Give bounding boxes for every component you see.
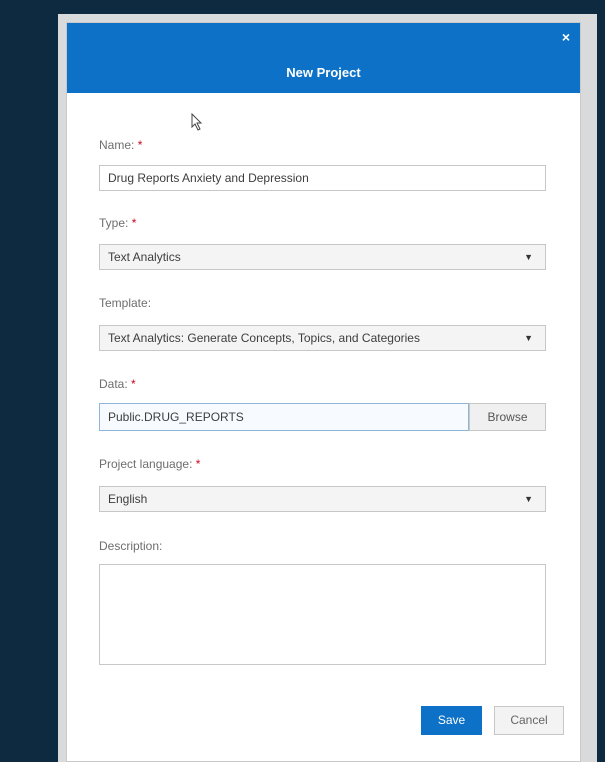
project-language-label: Project language: * [99, 457, 201, 471]
description-label: Description: [99, 539, 163, 553]
mouse-cursor-icon [191, 113, 203, 131]
name-field[interactable]: Drug Reports Anxiety and Depression [99, 165, 546, 191]
chevron-down-icon: ▼ [524, 252, 533, 262]
dialog-header: × New Project [67, 23, 580, 93]
type-select[interactable]: Text Analytics ▼ [99, 244, 546, 270]
close-icon[interactable]: × [562, 29, 570, 45]
chevron-down-icon: ▼ [524, 494, 533, 504]
browse-button[interactable]: Browse [469, 403, 546, 431]
template-select[interactable]: Text Analytics: Generate Concepts, Topic… [99, 325, 546, 351]
chevron-down-icon: ▼ [524, 333, 533, 343]
data-input[interactable]: Public.DRUG_REPORTS [99, 403, 469, 431]
project-language-select[interactable]: English ▼ [99, 486, 546, 512]
description-textarea[interactable] [99, 564, 546, 665]
save-button[interactable]: Save [421, 706, 482, 735]
name-label: Name: * [99, 138, 143, 152]
template-select-value: Text Analytics: Generate Concepts, Topic… [108, 331, 420, 345]
template-label: Template: [99, 296, 152, 310]
type-select-value: Text Analytics [108, 250, 181, 264]
new-project-dialog: × New Project Name: * Drug Reports Anxie… [66, 22, 581, 762]
type-label: Type: * [99, 216, 137, 230]
data-label: Data: * [99, 377, 136, 391]
cancel-button[interactable]: Cancel [494, 706, 564, 735]
required-marker: * [195, 457, 201, 471]
project-language-value: English [108, 492, 148, 506]
required-marker: * [131, 216, 137, 230]
required-marker: * [131, 377, 136, 391]
required-marker: * [137, 138, 143, 152]
dialog-title: New Project [286, 65, 361, 80]
